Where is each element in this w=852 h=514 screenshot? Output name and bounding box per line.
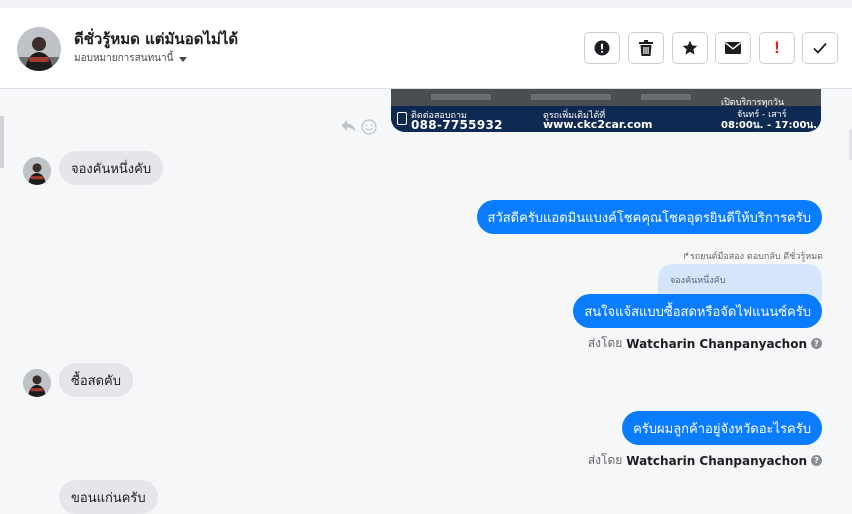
banner-phone: 088-7755932 bbox=[411, 118, 503, 132]
reply-context-label: ↱รถยนต์มือสอง ตอบกลับ ดีชั่วรู้หมด bbox=[682, 252, 823, 262]
important-button[interactable]: ! bbox=[759, 32, 795, 64]
exclamation-circle-icon bbox=[594, 40, 610, 56]
envelope-icon bbox=[725, 42, 741, 54]
sender-avatar[interactable] bbox=[23, 369, 51, 397]
message-incoming[interactable]: ซื้อสดคับ bbox=[59, 363, 133, 397]
message-outgoing[interactable]: ครับผมลูกค้าอยู่จังหวัดอะไรครับ bbox=[622, 411, 822, 445]
star-icon bbox=[682, 40, 698, 55]
reply-icon[interactable] bbox=[341, 119, 356, 133]
trash-icon bbox=[639, 40, 653, 56]
mark-spam-button[interactable] bbox=[584, 32, 620, 64]
message-outgoing[interactable]: สนใจแจ้สแบบซื้อสดหรือจัดไฟแนนซ์ครับ bbox=[573, 294, 822, 328]
phone-icon bbox=[397, 112, 407, 125]
help-icon[interactable]: ? bbox=[811, 338, 822, 349]
important-label: ! bbox=[774, 38, 780, 57]
sent-by-prefix: ส่งโดย bbox=[587, 453, 623, 467]
assign-label: มอบหมายการสนทนานี้ bbox=[74, 53, 174, 64]
star-button[interactable] bbox=[672, 32, 708, 64]
sent-by-prefix: ส่งโดย bbox=[587, 336, 623, 350]
image-attachment[interactable]: ติดต่อสอบถาม 088-7755932 ดูรถเพิ่มเติมได… bbox=[391, 89, 821, 132]
emoji-react-icon[interactable] bbox=[361, 119, 377, 135]
sender-avatar[interactable] bbox=[23, 157, 51, 185]
mark-done-button[interactable] bbox=[802, 32, 838, 64]
contact-avatar[interactable] bbox=[17, 27, 61, 71]
message-incoming[interactable]: ขอนแก่นครับ bbox=[59, 480, 158, 514]
message-outgoing[interactable]: สวัสดีครับแอดมินแบงค์โชคคุณโชคอุดรยินดีใ… bbox=[476, 200, 822, 234]
delete-button[interactable] bbox=[628, 32, 664, 64]
message-incoming[interactable]: จองคันหนึ่งคับ bbox=[59, 151, 164, 185]
help-icon[interactable]: ? bbox=[811, 455, 822, 466]
sent-by-name: Watcharin Chanpanyachon bbox=[626, 453, 807, 468]
left-scrollbar[interactable] bbox=[0, 116, 4, 168]
contact-name: ดีชั่วรู้หมด แต่มันอดไม่ได้ bbox=[74, 30, 239, 48]
sent-by-name: Watcharin Chanpanyachon bbox=[626, 336, 807, 351]
conversation-header: ดีชั่วรู้หมด แต่มันอดไม่ได้ มอบหมายการสน… bbox=[0, 8, 852, 89]
assign-conversation-dropdown[interactable]: มอบหมายการสนทนานี้ bbox=[74, 51, 188, 66]
sent-by-label: ส่งโดย Watcharin Chanpanyachon ? bbox=[588, 334, 822, 353]
reply-small-icon: ↱ bbox=[682, 252, 690, 262]
banner-website: www.ckc2car.com bbox=[543, 118, 653, 131]
mark-unread-button[interactable] bbox=[715, 32, 751, 64]
checkmark-icon bbox=[813, 42, 827, 54]
sent-by-label: ส่งโดย Watcharin Chanpanyachon ? bbox=[588, 451, 822, 470]
banner-hours: 08:00น. - 17:00น. bbox=[721, 120, 818, 131]
caret-down-icon bbox=[179, 56, 188, 62]
